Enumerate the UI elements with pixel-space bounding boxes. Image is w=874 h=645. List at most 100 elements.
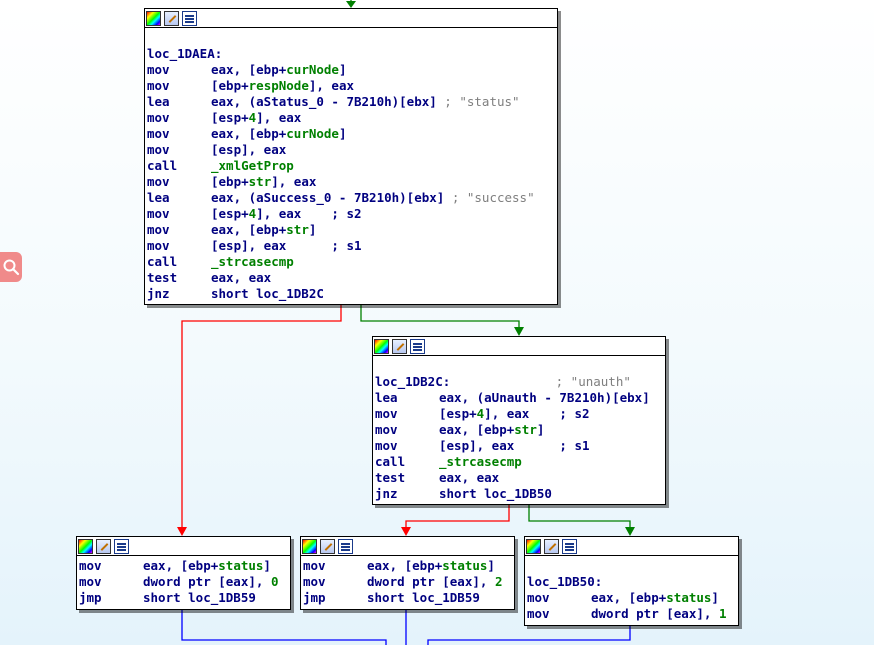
operand-value[interactable]: curNode [286, 62, 339, 77]
mnemonic: mov [147, 62, 170, 77]
code-label: loc_1DAEA: [147, 46, 555, 62]
operand-text: [esp], eax [211, 142, 287, 157]
block-loc-1db2c[interactable]: loc_1DB2C: ; "unauth" lea eax, (aUnauth - … [372, 336, 666, 505]
graph-icon[interactable] [182, 10, 197, 26]
instruction-line: mov eax, [ebp+curNode] [147, 62, 555, 78]
search-button[interactable] [0, 252, 22, 282]
operand-text: [ebp+ [211, 78, 249, 93]
graph-icon[interactable] [114, 538, 129, 554]
operand-text: eax, [ebp+ [439, 422, 515, 437]
operand-value[interactable]: status [666, 590, 711, 605]
color-icon[interactable] [78, 538, 93, 554]
mnemonic: test [375, 470, 406, 485]
comment: ; "unauth" [555, 374, 631, 389]
edge-b-to-e-arrow [625, 527, 635, 536]
block-status-two[interactable]: mov eax, [ebp+status] mov dword ptr [eax], … [300, 536, 515, 610]
operand-text: ], eax ; s2 [484, 406, 590, 421]
rename-icon[interactable] [320, 538, 335, 554]
block-loc-1daea[interactable]: loc_1DAEA: mov eax, [ebp+curNode] mov [ebp+r… [144, 8, 558, 305]
instruction-line: call _strcasecmp [147, 254, 555, 270]
instruction-line: mov eax, [ebp+status] [303, 558, 512, 574]
operand-text: eax, [ebp+ [367, 558, 443, 573]
comment: ; "success" [451, 190, 535, 205]
operand-text: [ebp+ [211, 174, 249, 189]
mnemonic: lea [375, 390, 398, 405]
mnemonic: lea [147, 94, 170, 109]
block-header [77, 537, 290, 556]
operand-text: eax, [ebp+ [211, 126, 287, 141]
label-name[interactable]: loc_1DB50: [527, 574, 602, 589]
color-icon[interactable] [526, 538, 541, 554]
color-icon[interactable] [146, 10, 161, 26]
search-icon [3, 259, 20, 276]
operand-text: ] [338, 62, 347, 77]
rename-icon[interactable] [96, 538, 111, 554]
mnemonic: jnz [147, 286, 170, 301]
operand-text: dword ptr [eax], [143, 574, 271, 589]
graph-icon[interactable] [410, 338, 425, 354]
mnemonic: mov [147, 222, 170, 237]
operand-value[interactable]: status [218, 558, 263, 573]
instruction-line: lea eax, (aUnauth - 7B210h)[ebx] [375, 390, 663, 406]
instruction-line: jmp short loc_1DB59 [79, 590, 288, 606]
instruction-line: mov eax, [ebp+status] [79, 558, 288, 574]
mnemonic: test [147, 270, 178, 285]
instruction-line: mov dword ptr [eax], 2 [303, 574, 512, 590]
operand-text: eax, eax [439, 470, 500, 485]
operand-text: eax, [ebp+ [591, 590, 667, 605]
mnemonic: mov [147, 238, 170, 253]
operand-value[interactable]: status [442, 558, 487, 573]
block-code: loc_1DAEA: mov eax, [ebp+curNode] mov [ebp+r… [145, 28, 557, 304]
mnemonic: mov [147, 174, 170, 189]
operand-value[interactable]: str [249, 174, 272, 189]
label-name[interactable]: loc_1DAEA: [147, 46, 222, 61]
block-code: loc_1DB2C: ; "unauth" lea eax, (aUnauth - … [373, 356, 665, 504]
instruction-line: mov [esp], eax [147, 142, 555, 158]
instruction-line: mov [esp+4], eax ; s2 [375, 406, 663, 422]
edge-a-to-b [360, 305, 520, 328]
operand-value[interactable]: respNode [249, 78, 309, 93]
operand-value[interactable]: curNode [286, 126, 339, 141]
mnemonic: mov [79, 574, 102, 589]
mnemonic: jnz [375, 486, 398, 501]
instruction-line: mov dword ptr [eax], 0 [79, 574, 288, 590]
rename-icon[interactable] [392, 338, 407, 354]
operand-text: ] [263, 558, 271, 573]
instruction-line: mov eax, [ebp+str] [147, 222, 555, 238]
mnemonic: jmp [79, 590, 102, 605]
operand-text: [esp], eax ; s1 [211, 238, 362, 253]
function-name[interactable]: _xmlGetProp [211, 158, 294, 173]
edge-e-out [427, 626, 631, 645]
color-icon[interactable] [374, 338, 389, 354]
function-name[interactable]: _strcasecmp [439, 454, 522, 469]
mnemonic: mov [527, 606, 550, 621]
graph-icon[interactable] [338, 538, 353, 554]
mnemonic: jmp [303, 590, 326, 605]
instruction-line: mov dword ptr [eax], 1 [527, 606, 736, 622]
operand-text: short loc_1DB59 [367, 590, 480, 605]
operand-text: eax, eax [211, 270, 272, 285]
block-loc-1db50[interactable]: loc_1DB50:mov eax, [ebp+status] mov dword p… [524, 536, 739, 626]
operand-value[interactable]: 0 [271, 574, 279, 589]
operand-text: short loc_1DB2C [211, 286, 324, 301]
operand-text: ] [711, 590, 719, 605]
instruction-line: call _xmlGetProp [147, 158, 555, 174]
instruction-line: mov eax, [ebp+curNode] [147, 126, 555, 142]
block-status-zero[interactable]: mov eax, [ebp+status] mov dword ptr [eax], … [76, 536, 291, 610]
mnemonic: mov [375, 406, 398, 421]
color-icon[interactable] [302, 538, 317, 554]
instruction-line: jnz short loc_1DB2C [147, 286, 555, 302]
operand-value[interactable]: 2 [495, 574, 503, 589]
label-name[interactable]: loc_1DB2C: [375, 374, 450, 389]
operand-value[interactable]: 1 [719, 606, 727, 621]
operand-value[interactable]: str [286, 222, 309, 237]
instruction-line: lea eax, (aStatus_0 - 7B210h)[ebx] ; "sta… [147, 94, 555, 110]
mnemonic: mov [147, 78, 170, 93]
function-name[interactable]: _strcasecmp [211, 254, 294, 269]
rename-icon[interactable] [164, 10, 179, 26]
mnemonic: mov [375, 438, 398, 453]
operand-text: [esp+ [439, 406, 477, 421]
graph-icon[interactable] [562, 538, 577, 554]
operand-value[interactable]: str [514, 422, 537, 437]
rename-icon[interactable] [544, 538, 559, 554]
